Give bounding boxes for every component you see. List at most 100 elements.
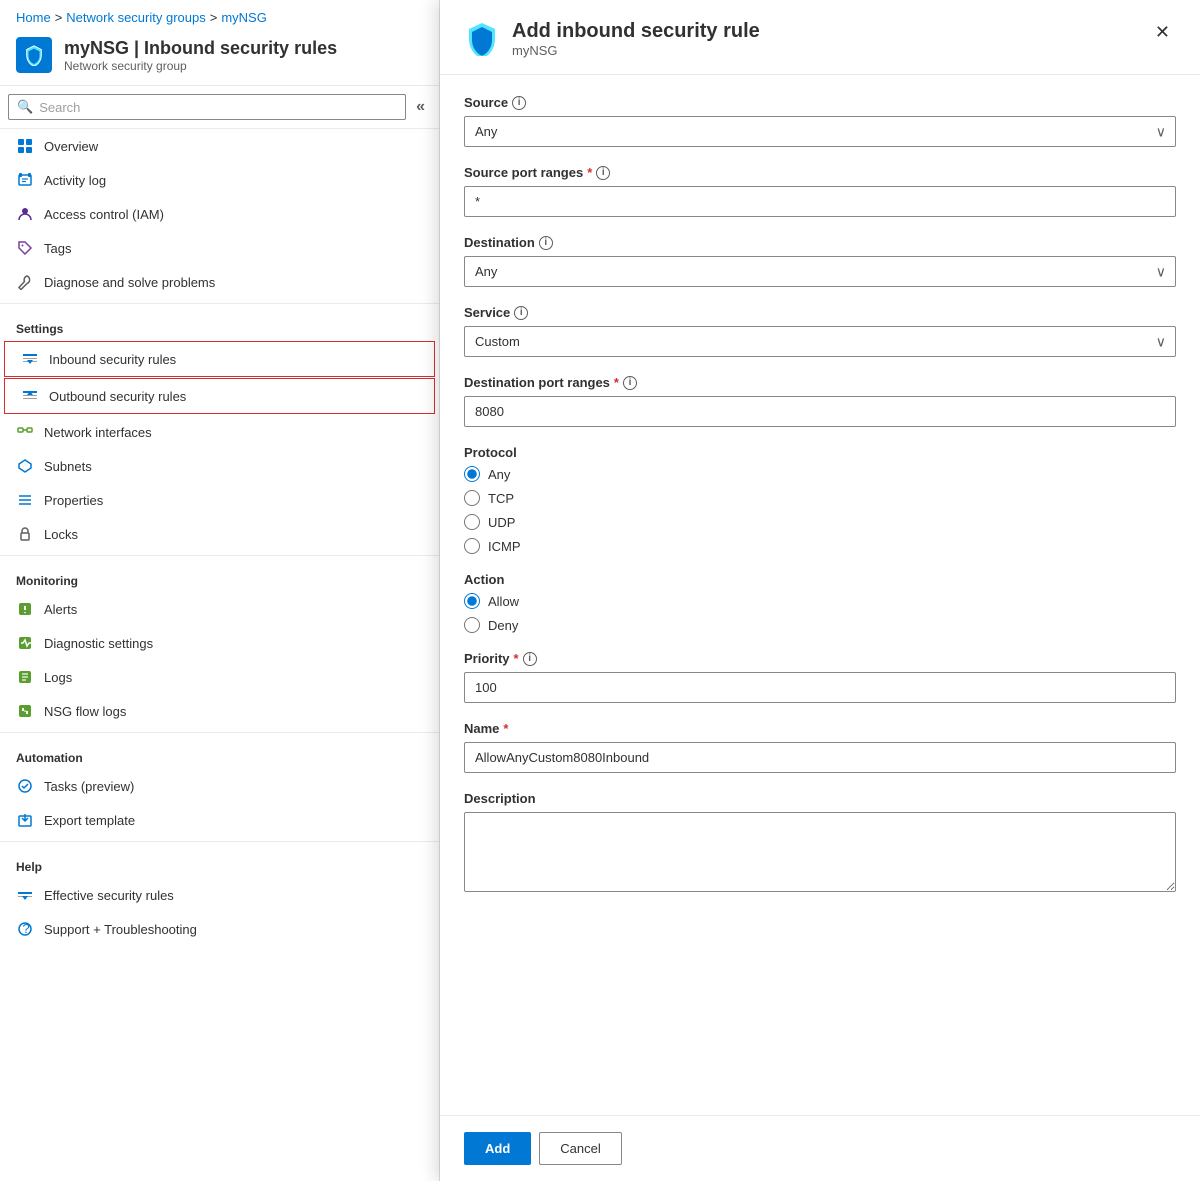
service-select[interactable]: Custom HTTP HTTPS SSH RDP <box>464 326 1176 357</box>
net-interfaces-label: Network interfaces <box>44 425 152 440</box>
source-select[interactable]: Any IP Addresses Service Tag Application… <box>464 116 1176 147</box>
left-panel: Home > Network security groups > myNSG m… <box>0 0 440 1181</box>
action-allow-option[interactable]: Allow <box>464 593 1176 609</box>
destination-select[interactable]: Any IP Addresses Service Tag Application… <box>464 256 1176 287</box>
subnets-label: Subnets <box>44 459 92 474</box>
panel-shield-icon <box>464 20 500 56</box>
search-box[interactable]: 🔍 <box>8 94 406 120</box>
form-group-description: Description <box>464 791 1176 895</box>
sidebar-item-diagnostic[interactable]: Diagnostic settings <box>0 626 439 660</box>
sidebar-item-diagnose[interactable]: Diagnose and solve problems <box>0 265 439 299</box>
slide-panel: Add inbound security rule myNSG ✕ Source… <box>440 0 1200 1181</box>
sidebar-item-locks[interactable]: Locks <box>0 517 439 551</box>
page-title: myNSG | Inbound security rules <box>64 38 337 59</box>
support-label: Support + Troubleshooting <box>44 922 197 937</box>
sidebar-item-tasks[interactable]: Tasks (preview) <box>0 769 439 803</box>
panel-footer: Add Cancel <box>440 1115 1200 1181</box>
sidebar-item-tags[interactable]: Tags <box>0 231 439 265</box>
nsg-page-icon <box>16 37 52 73</box>
search-input[interactable] <box>39 100 397 115</box>
protocol-tcp-radio[interactable] <box>464 490 480 506</box>
sidebar-item-net-interfaces[interactable]: Network interfaces <box>0 415 439 449</box>
collapse-button[interactable]: « <box>410 94 431 120</box>
service-info-icon[interactable]: i <box>514 306 528 320</box>
priority-info-icon[interactable]: i <box>523 652 537 666</box>
flow-icon <box>16 702 34 720</box>
form-group-source-port: Source port ranges * i <box>464 165 1176 217</box>
wrench-icon <box>16 273 34 291</box>
diagnostic-label: Diagnostic settings <box>44 636 153 651</box>
protocol-tcp-option[interactable]: TCP <box>464 490 1176 506</box>
sidebar-item-activity-log[interactable]: Activity log <box>0 163 439 197</box>
protocol-icmp-radio[interactable] <box>464 538 480 554</box>
panel-close-button[interactable]: ✕ <box>1149 20 1176 45</box>
panel-body: Source i Any IP Addresses Service Tag Ap… <box>440 75 1200 1115</box>
dest-port-input[interactable] <box>464 396 1176 427</box>
sidebar-item-alerts[interactable]: Alerts <box>0 592 439 626</box>
effective-icon <box>16 886 34 904</box>
panel-add-button[interactable]: Add <box>464 1132 531 1165</box>
dest-port-info-icon[interactable]: i <box>623 376 637 390</box>
description-textarea[interactable] <box>464 812 1176 892</box>
tags-label: Tags <box>44 241 71 256</box>
source-port-info-icon[interactable]: i <box>596 166 610 180</box>
overlay-backdrop[interactable]: Add inbound security rule myNSG ✕ Source… <box>820 0 1200 1181</box>
nsg-flow-label: NSG flow logs <box>44 704 126 719</box>
sidebar-item-outbound[interactable]: Outbound security rules <box>4 378 435 414</box>
network-icon <box>16 423 34 441</box>
sidebar-item-logs[interactable]: Logs <box>0 660 439 694</box>
outbound-label: Outbound security rules <box>49 389 186 404</box>
action-label: Action <box>464 572 1176 587</box>
protocol-udp-option[interactable]: UDP <box>464 514 1176 530</box>
destination-info-icon[interactable]: i <box>539 236 553 250</box>
activity-icon <box>16 171 34 189</box>
resource-type: Network security group <box>64 59 337 73</box>
breadcrumb-current[interactable]: myNSG <box>221 10 267 25</box>
panel-cancel-button[interactable]: Cancel <box>539 1132 621 1165</box>
source-info-icon[interactable]: i <box>512 96 526 110</box>
sidebar-item-iam[interactable]: Access control (IAM) <box>0 197 439 231</box>
sidebar-item-effective[interactable]: Effective security rules <box>0 878 439 912</box>
sidebar-item-properties[interactable]: Properties <box>0 483 439 517</box>
sidebar-item-support[interactable]: ? Support + Troubleshooting <box>0 912 439 946</box>
page-header-text: myNSG | Inbound security rules Network s… <box>64 38 337 73</box>
export-icon <box>16 811 34 829</box>
alerts-label: Alerts <box>44 602 77 617</box>
protocol-icmp-option[interactable]: ICMP <box>464 538 1176 554</box>
logs-icon <box>16 668 34 686</box>
sidebar-item-subnets[interactable]: Subnets <box>0 449 439 483</box>
protocol-udp-radio[interactable] <box>464 514 480 530</box>
sidebar-item-inbound[interactable]: Inbound security rules <box>4 341 435 377</box>
description-label: Description <box>464 791 1176 806</box>
sidebar-item-nsg-flow[interactable]: NSG flow logs <box>0 694 439 728</box>
sidebar-nav: Overview Activity log Access control (IA… <box>0 129 439 1181</box>
breadcrumb-network[interactable]: Network security groups <box>66 10 205 25</box>
source-label: Source i <box>464 95 1176 110</box>
protocol-any-radio[interactable] <box>464 466 480 482</box>
dest-port-label: Destination port ranges * i <box>464 375 1176 390</box>
sidebar-item-overview[interactable]: Overview <box>0 129 439 163</box>
service-label: Service i <box>464 305 1176 320</box>
properties-icon <box>16 491 34 509</box>
priority-input[interactable] <box>464 672 1176 703</box>
export-label: Export template <box>44 813 135 828</box>
effective-label: Effective security rules <box>44 888 174 903</box>
service-select-wrapper[interactable]: Custom HTTP HTTPS SSH RDP <box>464 326 1176 357</box>
inbound-label: Inbound security rules <box>49 352 176 367</box>
source-select-wrapper[interactable]: Any IP Addresses Service Tag Application… <box>464 116 1176 147</box>
protocol-icmp-label: ICMP <box>488 539 521 554</box>
sidebar-item-export[interactable]: Export template <box>0 803 439 837</box>
iam-icon <box>16 205 34 223</box>
action-deny-option[interactable]: Deny <box>464 617 1176 633</box>
source-port-input[interactable] <box>464 186 1176 217</box>
destination-select-wrapper[interactable]: Any IP Addresses Service Tag Application… <box>464 256 1176 287</box>
action-allow-radio[interactable] <box>464 593 480 609</box>
protocol-label: Protocol <box>464 445 1176 460</box>
tags-icon <box>16 239 34 257</box>
breadcrumb-home[interactable]: Home <box>16 10 51 25</box>
panel-title: Add inbound security rule <box>512 20 1137 43</box>
dest-port-required: * <box>614 375 619 390</box>
action-deny-radio[interactable] <box>464 617 480 633</box>
protocol-any-option[interactable]: Any <box>464 466 1176 482</box>
name-input[interactable] <box>464 742 1176 773</box>
